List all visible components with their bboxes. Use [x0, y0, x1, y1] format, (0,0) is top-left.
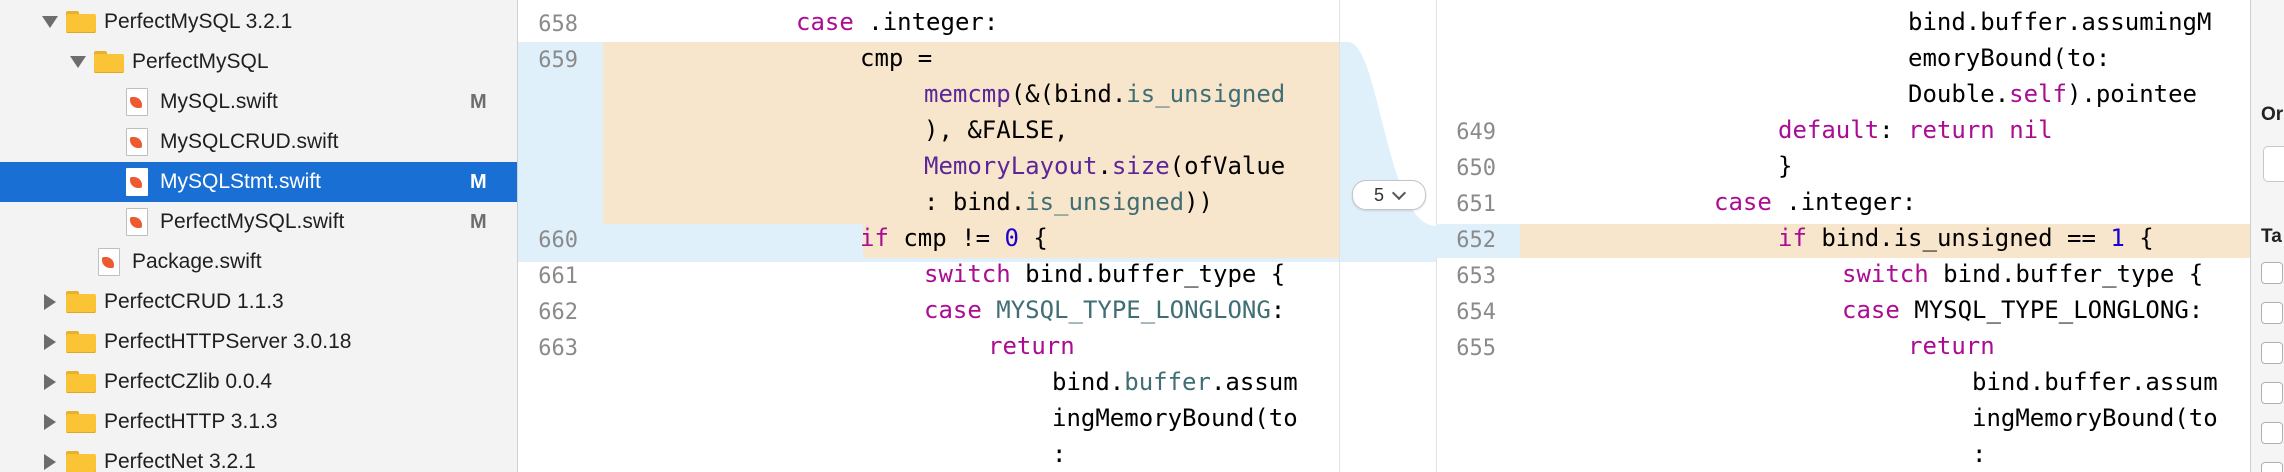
code-line: cmp =	[860, 44, 933, 72]
line-number: 660	[538, 228, 578, 253]
code-line: switch bind.buffer_type {	[924, 260, 1286, 288]
folder-icon	[66, 451, 96, 472]
inspector-panel: Or Ta	[2250, 0, 2284, 472]
navigator-item[interactable]: PerfectCZlib 0.0.4	[0, 362, 517, 402]
inspector-header-1: Or	[2261, 104, 2284, 125]
line-number: 661	[538, 264, 578, 289]
inspector-checkbox[interactable]	[2261, 422, 2283, 444]
code-line: return	[1908, 332, 1995, 360]
code-line: ingMemoryBound(to	[1052, 404, 1298, 432]
navigator-item-label: PerfectMySQL.swift	[160, 210, 345, 233]
navigator-item[interactable]: MySQL.swift M	[0, 82, 517, 122]
line-number: 663	[538, 336, 578, 361]
inspector-checkbox[interactable]	[2261, 262, 2283, 284]
navigator-item[interactable]: PerfectMySQL	[0, 42, 517, 82]
inspector-checkbox[interactable]	[2261, 342, 2283, 364]
line-number: 662	[538, 300, 578, 325]
folder-icon	[66, 331, 96, 353]
line-number: 655	[1456, 336, 1496, 361]
navigator-item[interactable]: Package.swift	[0, 242, 517, 282]
folder-icon	[66, 291, 96, 313]
navigator-item-label: PerfectCRUD 1.1.3	[104, 290, 284, 313]
code-line: case MYSQL_TYPE_LONGLONG:	[1842, 296, 2204, 324]
code-line: emoryBound(to:	[1908, 44, 2111, 72]
code-line: case .integer:	[796, 8, 999, 36]
code-line: return	[988, 332, 1075, 360]
folder-icon	[66, 371, 96, 393]
line-number: 650	[1456, 156, 1496, 181]
folder-icon	[66, 11, 96, 33]
line-number: 659	[538, 48, 578, 73]
code-line: switch bind.buffer_type {	[1842, 260, 2204, 288]
swift-file-icon	[126, 88, 148, 116]
code-line: MemoryLayout.size(ofValue	[924, 152, 1286, 180]
code-line: case MYSQL_TYPE_LONGLONG:	[924, 296, 1286, 324]
code-line: ), &FALSE,	[924, 116, 1069, 144]
line-number: 658	[538, 12, 578, 37]
code-line: :	[1972, 440, 1987, 468]
line-number: 649	[1456, 120, 1496, 145]
code-line: }	[1778, 152, 1793, 180]
line-number: 653	[1456, 264, 1496, 289]
line-number: 651	[1456, 192, 1496, 217]
navigator-item-label: PerfectCZlib 0.0.4	[104, 370, 273, 393]
folder-icon	[66, 411, 96, 433]
code-line: case .integer:	[1714, 188, 1917, 216]
navigator-item[interactable]: PerfectMySQL 3.2.1	[0, 2, 517, 42]
navigator-item-label: MySQLStmt.swift	[160, 170, 322, 193]
source-control-badge: M	[470, 210, 487, 233]
inspector-field[interactable]	[2263, 146, 2284, 182]
code-line: Double.self).pointee	[1908, 80, 2197, 108]
navigator-item[interactable]: PerfectMySQL.swift M	[0, 202, 517, 242]
navigator-item-label: PerfectMySQL 3.2.1	[104, 10, 293, 33]
code-line: default: return nil	[1778, 116, 2053, 144]
chevron-down-icon	[1391, 185, 1407, 201]
change-count-label: 5	[1373, 184, 1384, 205]
navigator-item-label: PerfectNet 3.2.1	[104, 450, 256, 472]
change-count-stepper[interactable]: 5	[1352, 180, 1426, 210]
diff-connector-shape	[1340, 42, 1436, 262]
disclosure-expanded-icon[interactable]	[42, 16, 58, 28]
code-line: bind.buffer.assumingM	[1908, 8, 2212, 36]
navigator-item-label: PerfectHTTPServer 3.0.18	[104, 330, 352, 353]
disclosure-expanded-icon[interactable]	[70, 56, 86, 68]
code-line: if cmp != 0 {	[860, 224, 1048, 252]
navigator-item[interactable]: PerfectHTTPServer 3.0.18	[0, 322, 517, 362]
navigator-item-label: MySQLCRUD.swift	[160, 130, 339, 153]
navigator-item[interactable]: MySQLCRUD.swift	[0, 122, 517, 162]
swift-file-icon	[126, 208, 148, 236]
code-line: bind.buffer.assum	[1972, 368, 2218, 396]
folder-icon	[94, 51, 124, 73]
code-line: if bind.is_unsigned == 1 {	[1778, 224, 2154, 252]
navigator-item-label: MySQL.swift	[160, 90, 278, 113]
navigator-item-label: PerfectHTTP 3.1.3	[104, 410, 278, 433]
navigator-item[interactable]: MySQLStmt.swift M	[0, 162, 517, 202]
source-control-badge: M	[470, 90, 487, 113]
project-navigator: PerfectMySQL 3.2.1 PerfectMySQL MySQL.swif…	[0, 0, 518, 472]
code-line: : bind.is_unsigned))	[924, 188, 1214, 216]
swift-file-icon	[98, 248, 120, 276]
code-line: bind.buffer.assum	[1052, 368, 1298, 396]
code-line: :	[1052, 440, 1067, 468]
inspector-checkbox[interactable]	[2261, 382, 2283, 404]
diff-connector-gutter: 5	[1339, 0, 1437, 472]
navigator-item[interactable]: PerfectHTTP 3.1.3	[0, 402, 517, 442]
navigator-item-label: PerfectMySQL	[132, 50, 269, 73]
inspector-checkbox[interactable]	[2261, 462, 2283, 472]
line-number: 654	[1456, 300, 1496, 325]
diff-left-pane[interactable]: case .integer: cmp = memcmp(&(bind.is_unsi…	[518, 0, 1339, 472]
inspector-header-2: Ta	[2261, 226, 2282, 247]
navigator-item-label: Package.swift	[132, 250, 262, 273]
inspector-checkbox[interactable]	[2261, 302, 2283, 324]
navigator-item[interactable]: PerfectCRUD 1.1.3	[0, 282, 517, 322]
diff-right-pane[interactable]: bind.buffer.assumingM emoryBound(to: Doubl…	[1436, 0, 2250, 472]
code-line: memcmp(&(bind.is_unsigned	[924, 80, 1286, 108]
source-control-badge: M	[470, 170, 487, 193]
code-line: ingMemoryBound(to	[1972, 404, 2218, 432]
navigator-item[interactable]: PerfectNet 3.2.1	[0, 442, 517, 472]
swift-file-icon	[126, 168, 148, 196]
swift-file-icon	[126, 128, 148, 156]
line-number: 652	[1456, 228, 1496, 253]
